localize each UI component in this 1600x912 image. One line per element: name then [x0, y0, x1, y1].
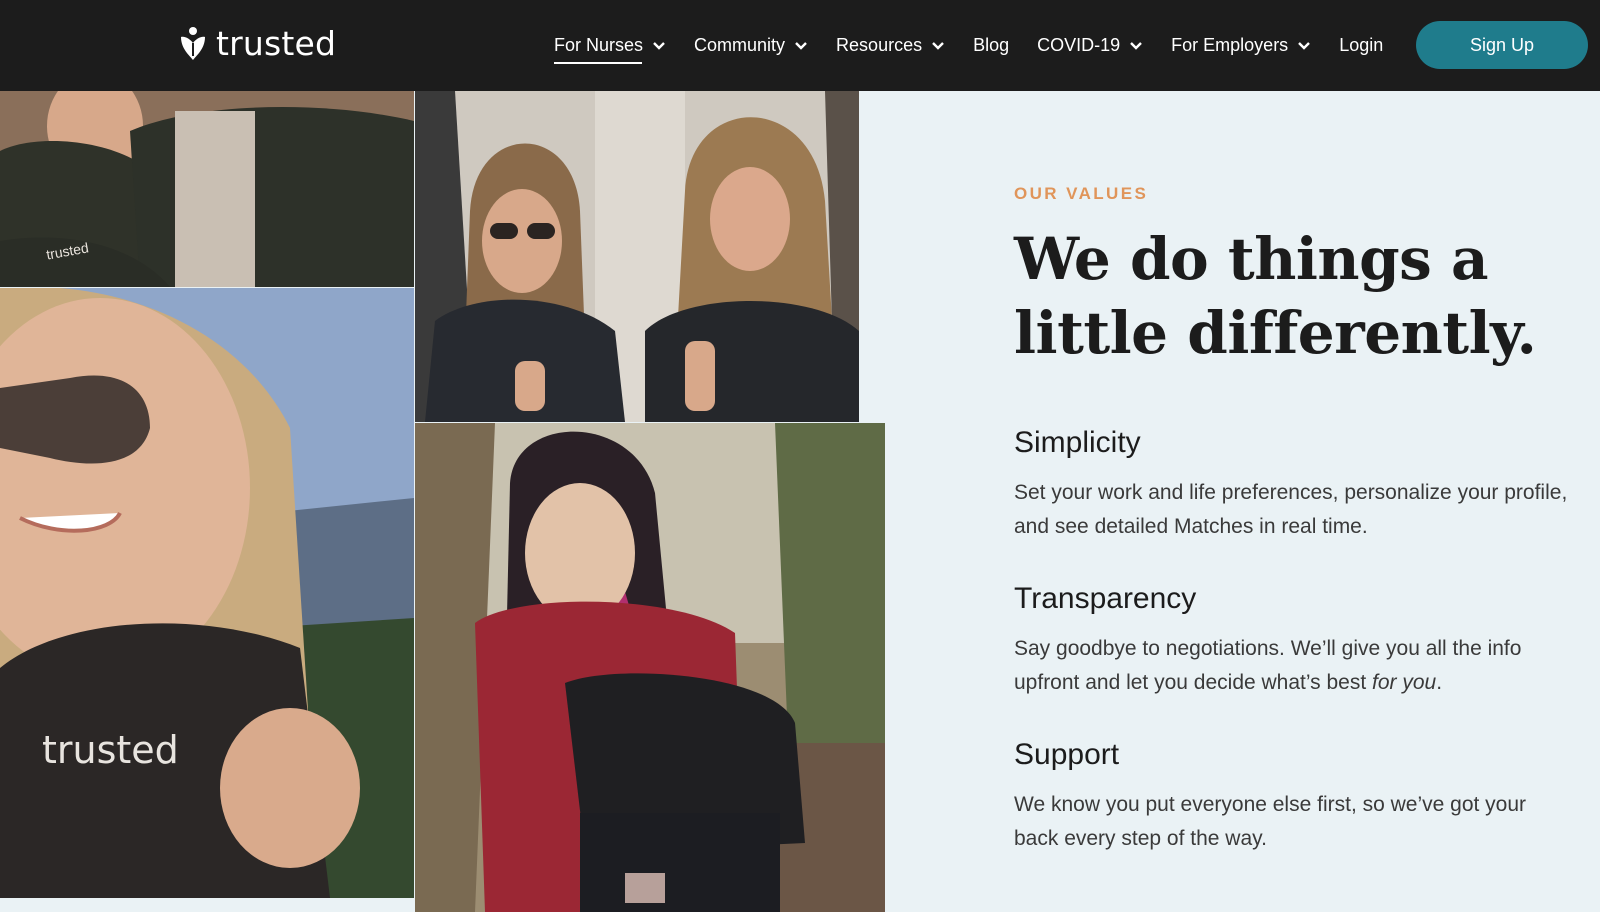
nav-item-label: Resources	[836, 35, 923, 55]
nav-item-label: COVID-19	[1037, 35, 1121, 55]
nav-item-label: Login	[1339, 35, 1384, 55]
jacket-logo-text-large: trusted	[42, 728, 179, 772]
photo-mountain-selfie: trusted	[0, 288, 414, 898]
nav-item-label: Blog	[973, 35, 1010, 55]
value-title: Support	[1014, 738, 1120, 771]
nav-item-community[interactable]: Community	[694, 26, 808, 66]
section-eyebrow: OUR VALUES	[1014, 184, 1149, 203]
chevron-down-icon	[932, 41, 944, 50]
nav-item-for-nurses[interactable]: For Nurses	[554, 26, 666, 66]
nav-item-login[interactable]: Login	[1339, 26, 1383, 66]
nav-item-covid-19[interactable]: COVID-19	[1037, 26, 1143, 66]
sign-up-button[interactable]: Sign Up	[1416, 21, 1588, 69]
chevron-down-icon	[1298, 41, 1311, 50]
photo-nurse-backpack	[415, 423, 885, 912]
nav-item-for-employers[interactable]: For Employers	[1171, 26, 1311, 66]
brand-name: trusted	[216, 24, 337, 63]
chevron-down-icon	[795, 41, 807, 50]
value-transparency: Transparency Say goodbye to negotiations…	[1014, 582, 1574, 700]
value-body-main: Say goodbye to negotiations. We’ll give …	[1014, 637, 1522, 694]
headline-line-1: We do things a	[1014, 225, 1489, 293]
value-support: Support We know you put everyone else fi…	[1014, 738, 1574, 856]
chevron-down-icon	[1130, 41, 1143, 50]
value-simplicity: Simplicity Set your work and life prefer…	[1014, 426, 1574, 544]
value-title: Transparency	[1014, 582, 1197, 615]
value-body: We know you put everyone else first, so …	[1014, 793, 1527, 850]
nav-item-label: For Nurses	[554, 35, 644, 55]
main-nav: For Nurses Community Resources Blog COVI…	[554, 0, 1411, 91]
nav-item-blog[interactable]: Blog	[973, 26, 1009, 66]
photo-helicopter-nurses	[415, 91, 859, 422]
values-section: OUR VALUES We do things a little differe…	[1014, 184, 1574, 856]
nav-item-label: For Employers	[1171, 35, 1289, 55]
value-body: Say goodbye to negotiations. We’ll give …	[1014, 632, 1574, 700]
section-headline: We do things a little differently.	[1014, 222, 1574, 370]
value-body: Set your work and life preferences, pers…	[1014, 481, 1568, 538]
headline-line-2: little differently.	[1014, 299, 1537, 367]
photo-team-jackets: trusted	[0, 91, 414, 287]
top-nav-bar: trusted For Nurses Community Resources B…	[0, 0, 1600, 91]
chevron-down-icon	[653, 41, 665, 50]
value-body-end: .	[1436, 671, 1443, 694]
nav-item-resources[interactable]: Resources	[836, 26, 945, 66]
trusted-logo-icon	[181, 26, 205, 60]
value-title: Simplicity	[1014, 426, 1141, 459]
value-body-emphasis: for you	[1372, 671, 1437, 694]
brand-logo-link[interactable]: trusted	[178, 24, 336, 63]
nav-item-label: Community	[694, 35, 786, 55]
